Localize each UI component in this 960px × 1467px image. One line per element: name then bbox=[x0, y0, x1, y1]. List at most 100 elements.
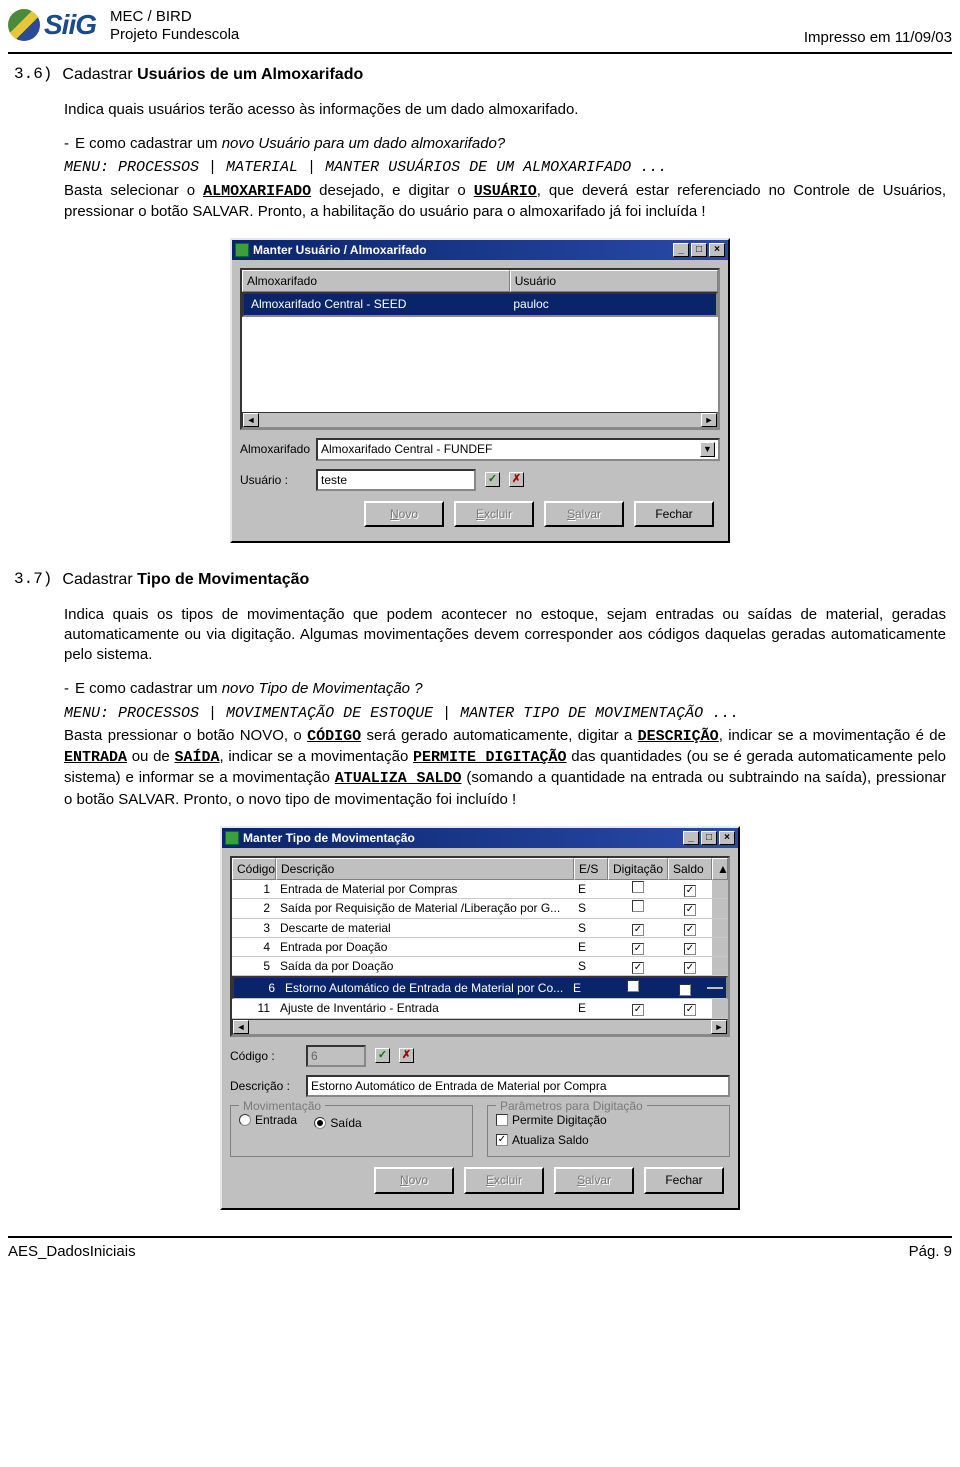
scroll-left-icon[interactable]: ◄ bbox=[233, 1020, 249, 1034]
salvar-button[interactable]: Salvar bbox=[554, 1167, 634, 1193]
maximize-button[interactable]: □ bbox=[701, 831, 717, 845]
scroll-right-icon[interactable]: ► bbox=[711, 1020, 727, 1034]
titlebar[interactable]: Manter Usuário / Almoxarifado _ □ × bbox=[232, 240, 728, 260]
cell-desc: Estorno Automático de Entrada de Materia… bbox=[281, 979, 569, 997]
salvar-button[interactable]: Salvar bbox=[544, 501, 624, 527]
app-icon bbox=[235, 243, 249, 257]
cell-codigo: 1 bbox=[232, 880, 276, 898]
radio-entrada[interactable]: Entrada bbox=[239, 1112, 297, 1128]
cancel-icon[interactable]: ✗ bbox=[509, 472, 524, 487]
minimize-button[interactable]: _ bbox=[673, 243, 689, 257]
fechar-button[interactable]: Fechar bbox=[634, 501, 714, 527]
input-usuario[interactable]: teste bbox=[316, 469, 476, 491]
section-36-title: Cadastrar Usuários de um Almoxarifado bbox=[62, 64, 363, 86]
confirm-icon[interactable]: ✓ bbox=[375, 1048, 390, 1063]
scroll-left-icon[interactable]: ◄ bbox=[243, 413, 259, 427]
scrollbar-h[interactable]: ◄ ► bbox=[242, 412, 718, 428]
cell-es: S bbox=[574, 899, 608, 917]
cell-dig: ✓ bbox=[608, 999, 668, 1017]
page-footer: AES_DadosIniciais Pág. 9 bbox=[8, 1236, 952, 1276]
label-almoxarifado: Almoxarifado bbox=[240, 441, 310, 457]
checkbox-permite[interactable]: Permite Digitação bbox=[496, 1112, 607, 1128]
confirm-icon[interactable]: ✓ bbox=[485, 472, 500, 487]
section-36-num: 3.6) bbox=[14, 64, 52, 86]
cell-saldo: ✓ bbox=[668, 938, 712, 956]
col-saldo[interactable]: Saldo bbox=[668, 858, 712, 880]
app-icon bbox=[225, 831, 239, 845]
close-button[interactable]: × bbox=[709, 243, 725, 257]
cell-codigo: 4 bbox=[232, 938, 276, 956]
table-row[interactable]: Almoxarifado Central - SEED pauloc bbox=[242, 292, 718, 316]
cell-almox: Almoxarifado Central - SEED bbox=[247, 295, 509, 313]
col-almoxarifado[interactable]: Almoxarifado bbox=[242, 270, 510, 292]
cell-codigo: 6 bbox=[237, 979, 281, 997]
cell-saldo: ✓ bbox=[668, 880, 712, 898]
cell-desc: Entrada por Doação bbox=[276, 938, 574, 956]
cell-saldo: ✓ bbox=[668, 957, 712, 975]
fieldset-parametros: Parâmetros para Digitação Permite Digita… bbox=[487, 1105, 730, 1157]
user-grid[interactable]: Almoxarifado Usuário Almoxarifado Centra… bbox=[240, 268, 720, 430]
excluir-button[interactable]: Excluir bbox=[454, 501, 534, 527]
cell-saldo: ✓ bbox=[668, 999, 712, 1017]
logo-text: SiiG bbox=[44, 6, 96, 44]
checkbox-atualiza[interactable]: ✓Atualiza Saldo bbox=[496, 1132, 589, 1148]
cell-desc: Ajuste de Inventário - Entrada bbox=[276, 999, 574, 1017]
page-header: SiiG MEC / BIRD Projeto Fundescola Impre… bbox=[0, 0, 960, 48]
label-codigo: Código : bbox=[230, 1048, 300, 1064]
cell-es: E bbox=[569, 979, 603, 997]
fechar-button[interactable]: Fechar bbox=[644, 1167, 724, 1193]
table-row[interactable]: 11Ajuste de Inventário - EntradaE✓✓ bbox=[232, 999, 728, 1018]
cell-codigo: 5 bbox=[232, 957, 276, 975]
section-37-intro: Indica quais os tipos de movimentação qu… bbox=[64, 605, 946, 666]
col-es[interactable]: E/S bbox=[574, 858, 608, 880]
scroll-up-icon[interactable]: ▲ bbox=[712, 858, 728, 880]
table-row[interactable]: 2Saída por Requisição de Material /Liber… bbox=[232, 899, 728, 918]
novo-button[interactable]: Novo bbox=[374, 1167, 454, 1193]
footer-left: AES_DadosIniciais bbox=[8, 1242, 136, 1262]
header-line-2: Projeto Fundescola bbox=[110, 26, 239, 44]
section-37-menu: MENU: PROCESSOS | MOVIMENTAÇÃO DE ESTOQU… bbox=[64, 704, 946, 724]
cell-codigo: 11 bbox=[232, 999, 276, 1017]
tipo-grid[interactable]: Código Descrição E/S Digitação Saldo ▲ 1… bbox=[230, 856, 730, 1037]
select-almoxarifado[interactable]: Almoxarifado Central - FUNDEF ▼ bbox=[316, 438, 720, 460]
chevron-down-icon[interactable]: ▼ bbox=[700, 442, 715, 457]
label-descricao: Descrição : bbox=[230, 1078, 300, 1094]
legend-param: Parâmetros para Digitação bbox=[496, 1098, 647, 1114]
logo-icon bbox=[8, 9, 40, 41]
section-36-menu: MENU: PROCESSOS | MATERIAL | MANTER USUÁ… bbox=[64, 158, 946, 178]
radio-saida[interactable]: Saída bbox=[314, 1115, 361, 1131]
section-37-title: Cadastrar Tipo de Movimentação bbox=[62, 569, 309, 591]
cell-dig: ✓ bbox=[608, 919, 668, 937]
scrollbar-h[interactable]: ◄ ► bbox=[232, 1019, 728, 1035]
table-row[interactable]: 6Estorno Automático de Entrada de Materi… bbox=[232, 976, 728, 999]
cell-es: E bbox=[574, 938, 608, 956]
cell-es: S bbox=[574, 957, 608, 975]
col-codigo[interactable]: Código bbox=[232, 858, 276, 880]
section-36-head: 3.6) Cadastrar Usuários de um Almoxarifa… bbox=[14, 64, 946, 86]
cell-dig bbox=[608, 880, 668, 898]
minimize-button[interactable]: _ bbox=[683, 831, 699, 845]
table-row[interactable]: 4Entrada por DoaçãoE✓✓ bbox=[232, 938, 728, 957]
scroll-right-icon[interactable]: ► bbox=[701, 413, 717, 427]
close-button[interactable]: × bbox=[719, 831, 735, 845]
cell-desc: Saída da por Doação bbox=[276, 957, 574, 975]
novo-button[interactable]: Novo bbox=[364, 501, 444, 527]
cell-es: E bbox=[574, 999, 608, 1017]
table-row[interactable]: 3Descarte de materialS✓✓ bbox=[232, 919, 728, 938]
header-rule bbox=[8, 52, 952, 54]
label-usuario: Usuário : bbox=[240, 472, 310, 488]
excluir-button[interactable]: Excluir bbox=[464, 1167, 544, 1193]
col-descricao[interactable]: Descrição bbox=[276, 858, 574, 880]
maximize-button[interactable]: □ bbox=[691, 243, 707, 257]
footer-right: Pág. 9 bbox=[909, 1242, 952, 1262]
col-usuario[interactable]: Usuário bbox=[510, 270, 718, 292]
table-row[interactable]: 1Entrada de Material por ComprasE✓ bbox=[232, 880, 728, 899]
col-digitacao[interactable]: Digitação bbox=[608, 858, 668, 880]
cancel-icon[interactable]: ✗ bbox=[399, 1048, 414, 1063]
section-36-intro: Indica quais usuários terão acesso às in… bbox=[64, 100, 946, 120]
input-descricao[interactable]: Estorno Automático de Entrada de Materia… bbox=[306, 1075, 730, 1097]
cell-es: E bbox=[574, 880, 608, 898]
input-codigo: 6 bbox=[306, 1045, 366, 1067]
table-row[interactable]: 5Saída da por DoaçãoS✓✓ bbox=[232, 957, 728, 976]
titlebar[interactable]: Manter Tipo de Movimentação _ □ × bbox=[222, 828, 738, 848]
